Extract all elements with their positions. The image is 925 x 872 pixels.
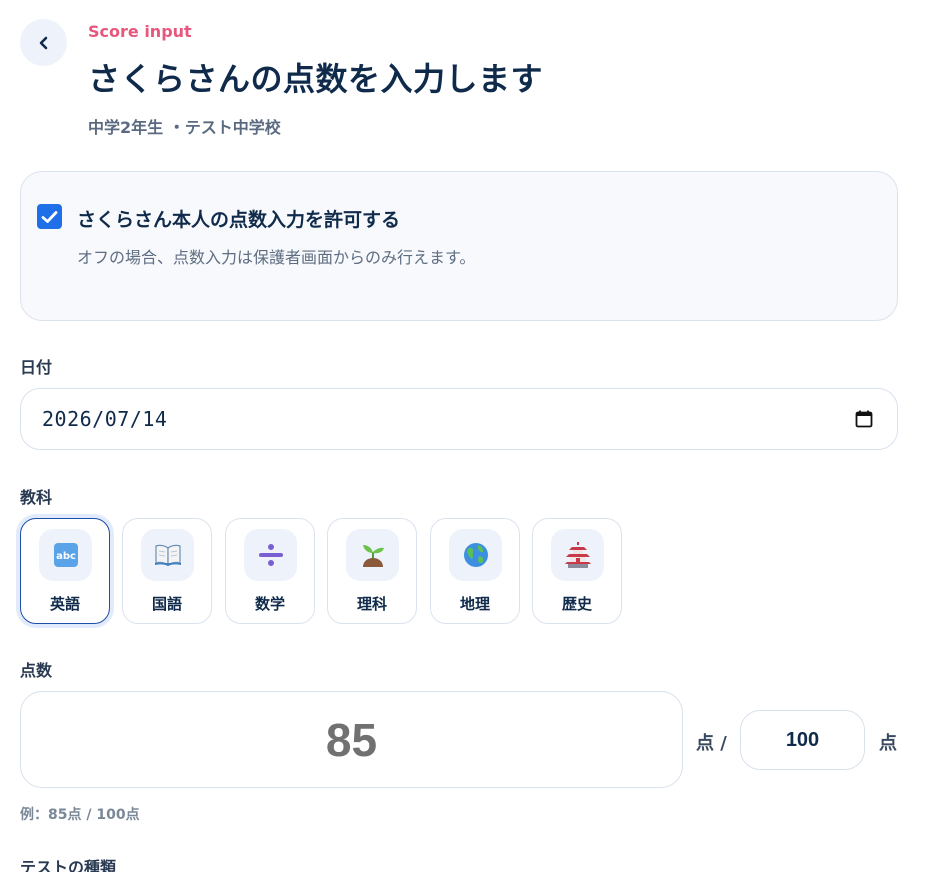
subject-option-science[interactable]: 理科 <box>327 518 417 624</box>
date-value: 2026/07/14 <box>42 407 168 431</box>
divide-icon <box>258 544 283 566</box>
chevron-left-icon <box>39 36 47 49</box>
castle-icon <box>564 542 591 568</box>
max-score-unit: 点 <box>879 733 897 754</box>
score-label: 点数 <box>20 661 53 680</box>
score-input[interactable]: 85 <box>20 691 683 788</box>
open-book-icon <box>154 544 181 567</box>
date-input[interactable]: 2026/07/14 <box>20 388 898 450</box>
permission-label[interactable]: さくらさん本人の点数入力を許可する <box>77 205 400 232</box>
subject-option-label: 数学 <box>254 595 285 613</box>
globe-icon <box>463 543 488 567</box>
subject-option-label: 国語 <box>151 595 182 613</box>
subject-option-label: 理科 <box>356 595 387 613</box>
score-hint: 例：85点 / 100点 <box>20 807 140 823</box>
score-value: 85 <box>325 713 378 766</box>
max-score-value: 100 <box>785 728 820 751</box>
max-score-input[interactable]: 100 <box>740 710 865 770</box>
permission-description: オフの場合、点数入力は保護者画面からのみ行えます。 <box>77 248 476 267</box>
subject-option-label: 地理 <box>459 595 490 613</box>
subject-label: 教科 <box>20 488 53 507</box>
permission-card: さくらさん本人の点数入力を許可する オフの場合、点数入力は保護者画面からのみ行え… <box>20 171 898 321</box>
score-unit-separator: 点 / <box>696 733 727 754</box>
student-info: 中学2年生 ・テスト中学校 <box>88 118 281 137</box>
subject-option-geography[interactable]: 地理 <box>430 518 520 624</box>
subject-option-japanese[interactable]: 国語 <box>122 518 212 624</box>
page-title: さくらさんの点数を入力します <box>88 60 544 98</box>
seedling-icon <box>362 545 384 567</box>
eyebrow-label: Score input <box>88 22 192 41</box>
subject-option-math[interactable]: 数学 <box>225 518 315 624</box>
permission-checkbox[interactable] <box>37 204 62 229</box>
svg-text:abc: abc <box>56 551 76 562</box>
back-button[interactable] <box>20 19 67 66</box>
subject-option-label: 英語 <box>49 595 80 613</box>
date-label: 日付 <box>20 358 53 377</box>
test-type-label: テストの種類 <box>20 858 117 872</box>
abc-icon: abc <box>53 543 78 567</box>
subject-option-label: 歴史 <box>561 595 592 613</box>
subject-option-english[interactable]: abc 英語 <box>20 518 110 624</box>
subject-option-history[interactable]: 歴史 <box>532 518 622 624</box>
calendar-icon[interactable] <box>854 409 874 429</box>
check-icon <box>41 210 58 223</box>
